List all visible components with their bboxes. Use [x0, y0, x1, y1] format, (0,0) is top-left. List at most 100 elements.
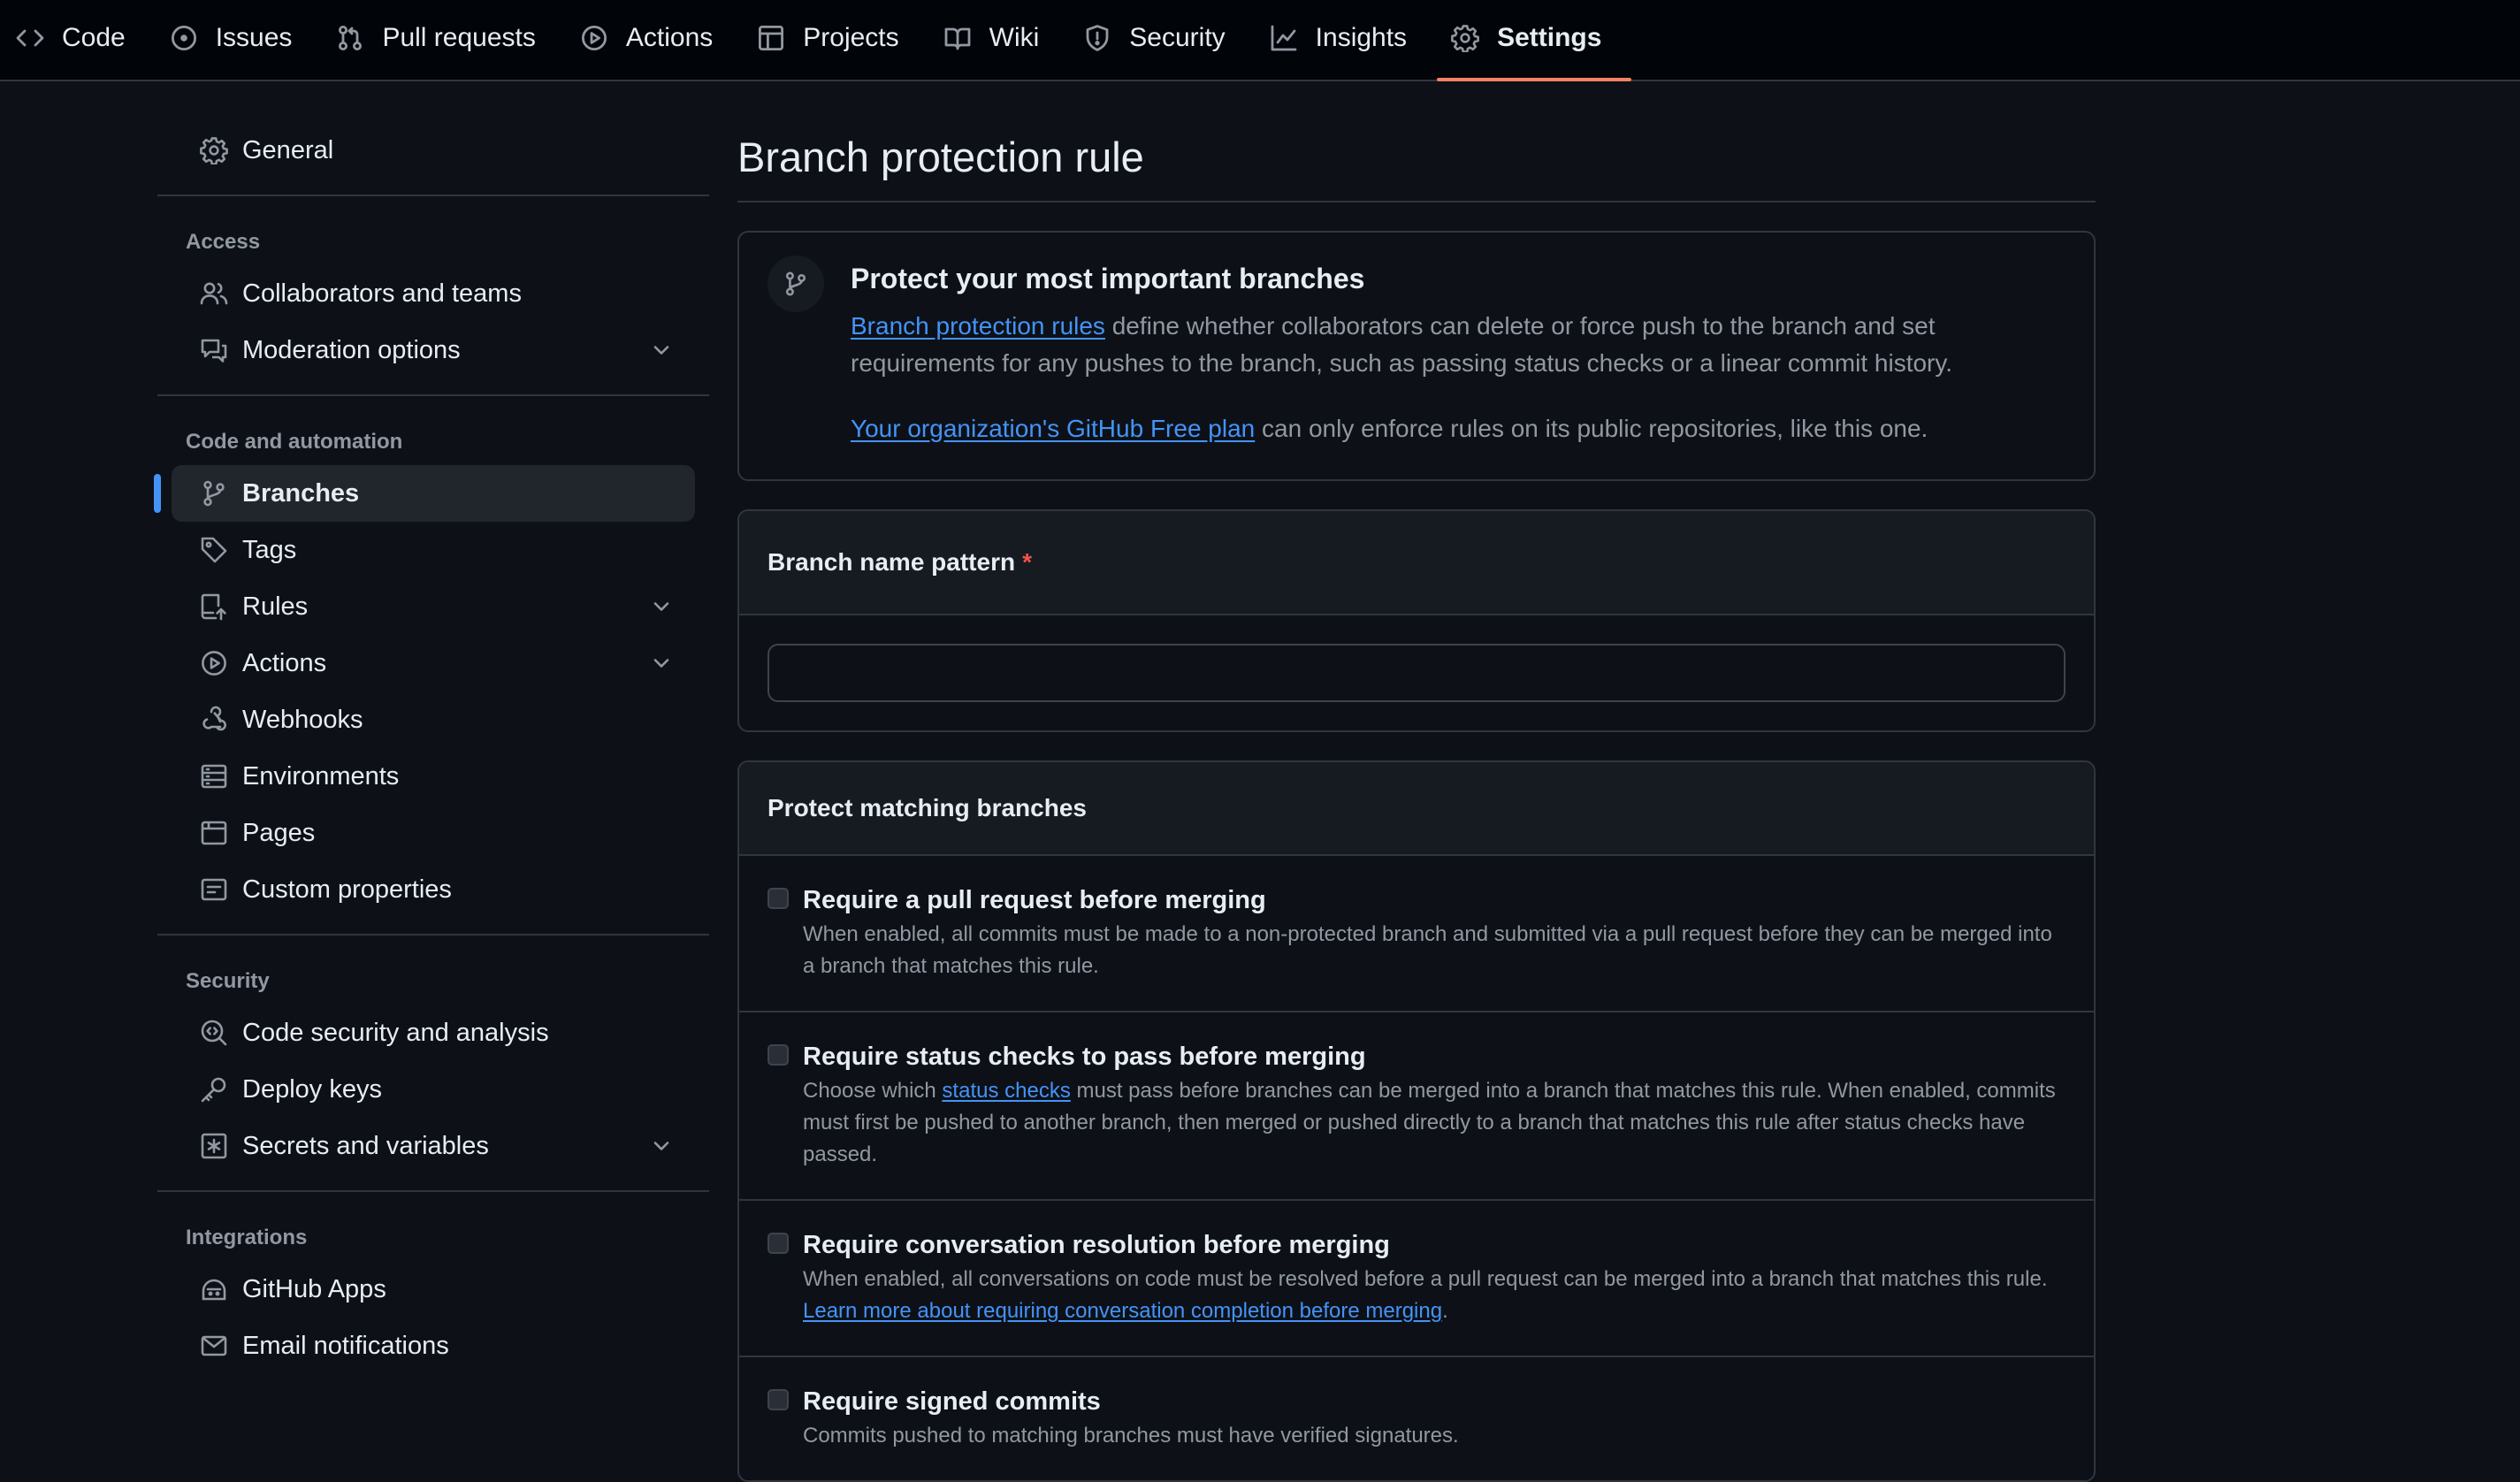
tab-actions[interactable]: Actions: [566, 0, 743, 80]
webhook-icon: [202, 706, 226, 731]
sidebar-item-deploy-keys[interactable]: Deploy keys: [172, 1061, 695, 1118]
repo-push-icon: [201, 593, 226, 621]
required-mark: *: [1022, 548, 1032, 576]
sidebar-heading-code: Code and automation: [186, 430, 403, 454]
protect-heading: Protect matching branches: [739, 762, 2094, 856]
rule-desc-after: .: [1442, 1299, 1448, 1323]
sidebar-item-webhooks[interactable]: Webhooks: [172, 691, 695, 748]
tab-insights[interactable]: Insights: [1256, 0, 1437, 80]
graph-icon: [1271, 25, 1297, 51]
sidebar-item-email-notifications[interactable]: Email notifications: [172, 1318, 695, 1374]
sidebar-item-label: Webhooks: [242, 705, 363, 734]
tab-wiki[interactable]: Wiki: [929, 0, 1070, 80]
sidebar-item-github-apps[interactable]: GitHub Apps: [172, 1261, 695, 1318]
sidebar-item-label: Code security and analysis: [242, 1018, 549, 1047]
tab-security[interactable]: Security: [1069, 0, 1255, 80]
tab-pull-requests[interactable]: Pull requests: [322, 0, 565, 80]
sidebar-item-general[interactable]: General: [172, 122, 695, 179]
sidebar-item-label: Branches: [242, 478, 360, 508]
rule-require-conversation-resolution: Require conversation resolution before m…: [739, 1201, 2094, 1357]
sidebar-item-label: Pages: [242, 818, 316, 847]
plan-text: Your organization's GitHub Free plan can…: [851, 410, 2066, 447]
sidebar-item-code-security[interactable]: Code security and analysis: [172, 1005, 695, 1061]
rule-require-signed-commits: Require signed commits Commits pushed to…: [739, 1357, 2094, 1480]
sidebar-item-tags[interactable]: Tags: [172, 522, 695, 578]
mail-icon: [201, 1335, 227, 1356]
rule-desc: When enabled, all commits must be made t…: [803, 922, 2052, 978]
rule-desc: Choose which status checks must pass bef…: [803, 1075, 2066, 1171]
require-signed-commits-checkbox[interactable]: [767, 1389, 789, 1410]
git-branch-icon: [203, 480, 225, 507]
sidebar-item-label: GitHub Apps: [242, 1274, 386, 1303]
sidebar-heading-integrations: Integrations: [186, 1226, 308, 1249]
people-icon: [200, 282, 228, 305]
tab-code[interactable]: Code: [16, 0, 156, 80]
comment-discussion-icon: [201, 339, 227, 363]
require-conversation-resolution-checkbox[interactable]: [767, 1233, 789, 1254]
tab-settings[interactable]: Settings: [1437, 0, 1632, 81]
tab-label: Issues: [215, 23, 293, 52]
git-pull-request-icon: [339, 26, 363, 50]
rule-desc-before: Choose which: [803, 1079, 943, 1103]
sidebar-heading-security: Security: [186, 969, 270, 993]
rule-title: Require status checks to pass before mer…: [803, 1043, 1366, 1071]
sidebar-item-label: Moderation options: [242, 335, 461, 364]
chevron-down-icon: [653, 1142, 669, 1150]
issue-opened-icon: [171, 25, 196, 51]
pattern-label: Branch name pattern *: [739, 511, 2094, 615]
sidebar-item-pages[interactable]: Pages: [172, 805, 695, 861]
tab-projects[interactable]: Projects: [743, 0, 928, 80]
sidebar-item-label: Tags: [242, 535, 297, 564]
sidebar-divider: [157, 394, 709, 396]
chevron-down-icon: [653, 346, 669, 355]
protect-box: Protect matching branches Require a pull…: [737, 760, 2096, 1482]
sidebar-item-rules[interactable]: Rules: [172, 578, 695, 635]
tab-issues[interactable]: Issues: [156, 0, 323, 80]
sidebar-divider: [157, 195, 709, 196]
rule-require-status-checks: Require status checks to pass before mer…: [739, 1012, 2094, 1201]
status-checks-link[interactable]: status checks: [942, 1079, 1070, 1103]
chevron-down-icon: [653, 659, 669, 668]
require-status-checks-checkbox[interactable]: [767, 1044, 789, 1066]
book-icon: [944, 27, 971, 50]
pattern-label-text: Branch name pattern: [767, 548, 1016, 576]
sidebar-item-collaborators[interactable]: Collaborators and teams: [172, 265, 695, 322]
sidebar-item-label: Secrets and variables: [242, 1131, 489, 1160]
settings-sidebar: General Access Collaborators and teams M…: [154, 122, 709, 1374]
require-pull-request-checkbox[interactable]: [767, 888, 789, 909]
tab-label: Settings: [1497, 23, 1602, 52]
browser-icon: [201, 821, 227, 845]
sidebar-item-label: Actions: [242, 648, 327, 677]
code-icon: [16, 29, 44, 47]
git-branch-icon: [767, 256, 824, 312]
rule-desc: Commits pushed to matching branches must…: [803, 1424, 1459, 1448]
tab-label: Actions: [625, 23, 714, 52]
server-icon: [201, 764, 227, 789]
free-plan-link[interactable]: Your organization's GitHub Free plan: [851, 415, 1255, 442]
branch-name-pattern-input[interactable]: [767, 644, 2066, 702]
sidebar-item-secrets[interactable]: Secrets and variables: [172, 1118, 695, 1174]
learn-more-link[interactable]: Learn more about requiring conversation …: [803, 1299, 1442, 1323]
codescan-icon: [201, 1020, 227, 1046]
sidebar-item-branches[interactable]: Branches: [154, 465, 695, 522]
branch-protection-rules-link[interactable]: Branch protection rules: [851, 312, 1105, 340]
chevron-down-icon: [653, 602, 669, 611]
play-icon: [202, 651, 226, 676]
rule-title: Require conversation resolution before m…: [803, 1231, 1390, 1259]
table-icon: [759, 26, 784, 51]
page-title: Branch protection rule: [737, 122, 2096, 202]
sidebar-item-moderation[interactable]: Moderation options: [172, 322, 695, 378]
tab-label: Wiki: [989, 23, 1040, 52]
intro-box: Protect your most important branches Bra…: [737, 231, 2096, 481]
sidebar-item-custom-properties[interactable]: Custom properties: [172, 861, 695, 918]
sidebar-item-label: Email notifications: [242, 1331, 449, 1360]
sidebar-item-label: Deploy keys: [242, 1074, 382, 1104]
tab-label: Projects: [803, 23, 899, 52]
sidebar-divider: [157, 934, 709, 936]
rule-desc: When enabled, all conversations on code …: [803, 1264, 2066, 1327]
rule-desc-before: When enabled, all conversations on code …: [803, 1267, 2048, 1291]
sidebar-item-environments[interactable]: Environments: [172, 748, 695, 805]
tab-label: Pull requests: [382, 23, 536, 52]
sidebar-item-actions[interactable]: Actions: [172, 635, 695, 691]
intro-text: Branch protection rules define whether c…: [851, 308, 2066, 382]
